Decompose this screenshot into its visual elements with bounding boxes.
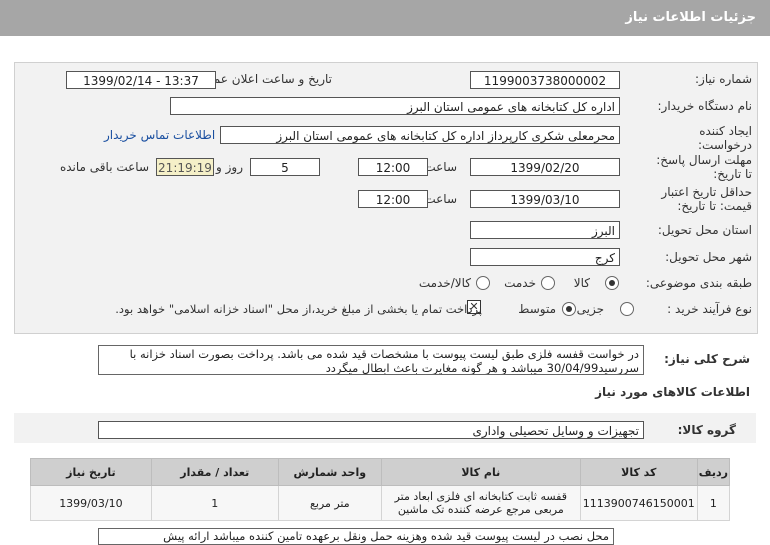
reply-deadline-label: مهلت ارسال پاسخ: <box>656 153 752 167</box>
cell-unit: متر مربع <box>277 485 382 521</box>
page-header: جزئیات اطلاعات نیاز <box>0 0 770 36</box>
buyer-org-label: نام دستگاه خریدار: <box>657 99 753 113</box>
goods-info-title: اطلاعات کالاهای مورد نیاز <box>595 385 750 399</box>
city-label: شهر محل تحویل: <box>665 250 752 264</box>
goods-group-label: گروه کالا: <box>677 423 736 437</box>
category-service-radio[interactable] <box>541 276 555 290</box>
reply-time-field: 12:00 <box>358 158 428 176</box>
cell-need-date: 1399/03/10 <box>30 485 152 521</box>
category-goods-label: کالا <box>573 276 590 290</box>
goods-group-field: تجهیزات و وسایل تحصیلی واداری <box>98 421 644 439</box>
treasury-payment-note: پرداخت تمام یا بخشی از مبلغ خرید،از محل … <box>115 302 482 316</box>
buyer-org-field: اداره کل کتابخانه های عمومی استان البرز <box>170 97 620 115</box>
validity-date-field: 1399/03/10 <box>470 190 620 208</box>
need-number-label: شماره نیاز: <box>695 72 752 86</box>
category-label: طبقه بندی موضوعی: <box>645 276 752 290</box>
process-partial-label: جزیی <box>576 302 604 316</box>
footer-note-field: محل نصب در لیست پیوست قید شده وهزینه حمل… <box>98 528 614 545</box>
category-service-label: خدمت <box>504 276 536 290</box>
cell-goods-code: 1113900746150001 <box>579 485 698 521</box>
need-number-field: 1199003738000002 <box>470 71 620 89</box>
category-goods-service-radio[interactable] <box>476 276 490 290</box>
province-field: البرز <box>470 221 620 239</box>
table-header-row: ردیف کد کالا نام کالا واحد شمارش تعداد /… <box>30 458 731 486</box>
col-code-header: کد کالا <box>579 458 698 486</box>
days-field: 5 <box>250 158 320 176</box>
col-qty-header: تعداد / مقدار <box>150 458 279 486</box>
validity-label-2: قیمت: تا تاریخ: <box>677 199 752 213</box>
validity-label: حداقل تاریخ اعتبار <box>661 185 752 199</box>
col-row-header: ردیف <box>696 458 731 486</box>
cell-row-number: 1 <box>696 485 731 521</box>
days-label: روز و <box>216 160 243 174</box>
process-type-label: نوع فرآیند خرید : <box>667 302 752 316</box>
creator-field: محرمعلی شکری کارپرداز اداره کل کتابخانه … <box>220 126 620 144</box>
reply-hour-label: ساعت <box>424 160 457 174</box>
process-medium-label: متوسط <box>518 302 556 316</box>
buyer-contact-link[interactable]: اطلاعات تماس خریدار <box>104 128 215 142</box>
cell-goods-name: قفسه ثابت کتابخانه ای فلزی ابعاد متر مرب… <box>380 485 581 521</box>
table-row: 1 1113900746150001 قفسه ثابت کتابخانه ای… <box>30 485 731 521</box>
creator-label: ایجاد کننده <box>699 124 752 138</box>
remaining-label: ساعت باقی مانده <box>59 160 149 174</box>
col-date-header: تاریخ نیاز <box>30 458 152 486</box>
reply-date-field: 1399/02/20 <box>470 158 620 176</box>
remaining-timer: 21:19:19 <box>156 158 214 176</box>
goods-table: ردیف کد کالا نام کالا واحد شمارش تعداد /… <box>30 458 731 521</box>
category-goods-service-label: کالا/خدمت <box>418 276 471 290</box>
category-goods-radio[interactable] <box>605 276 619 290</box>
validity-time-field: 12:00 <box>358 190 428 208</box>
province-label: استان محل تحویل: <box>657 223 752 237</box>
cell-quantity: 1 <box>150 485 279 521</box>
col-unit-header: واحد شمارش <box>277 458 382 486</box>
creator-label-2: درخواست: <box>698 138 752 152</box>
col-name-header: نام کالا <box>380 458 581 486</box>
validity-hour-label: ساعت <box>424 192 457 206</box>
reply-deadline-label-2: تا تاریخ: <box>713 167 752 181</box>
city-field: کرج <box>470 248 620 266</box>
process-medium-radio[interactable] <box>562 302 576 316</box>
process-partial-radio[interactable] <box>620 302 634 316</box>
announce-field: 1399/02/14 - 13:37 <box>66 71 216 89</box>
page-title: جزئیات اطلاعات نیاز <box>625 10 756 25</box>
description-label: شرح کلی نیاز: <box>664 352 750 366</box>
description-field: در خواست قفسه فلزی طبق لیست پیوست با مشخ… <box>98 345 644 375</box>
